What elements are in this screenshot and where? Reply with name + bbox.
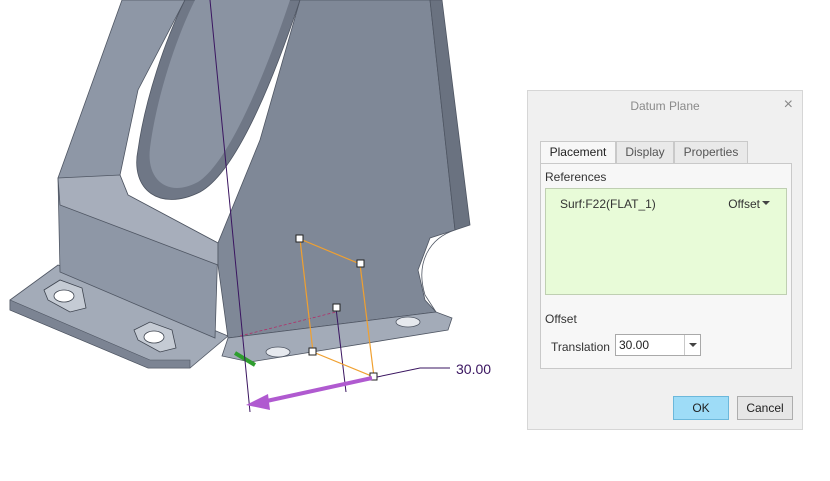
plane-handle[interactable] [356, 259, 365, 268]
offset-dimension-label[interactable]: 30.00 [456, 361, 491, 377]
translation-input[interactable] [616, 335, 684, 355]
plane-handle[interactable] [295, 234, 304, 243]
plane-handle[interactable] [332, 303, 341, 312]
references-collector[interactable]: Surf:F22(FLAT_1) Offset [545, 188, 787, 295]
cancel-button[interactable]: Cancel [737, 396, 793, 420]
dialog-titlebar[interactable]: Datum Plane × [528, 91, 802, 121]
translation-label: Translation [551, 340, 610, 354]
dialog-title: Datum Plane [630, 99, 700, 113]
translation-combo[interactable] [615, 334, 701, 356]
tab-placement[interactable]: Placement [540, 141, 616, 164]
placement-panel: References Surf:F22(FLAT_1) Offset Offse… [540, 163, 792, 369]
reference-item-name[interactable]: Surf:F22(FLAT_1) [560, 197, 656, 211]
offset-drag-arrow[interactable] [261, 376, 373, 404]
reference-constraint-dropdown[interactable]: Offset [728, 197, 760, 211]
close-icon[interactable]: × [784, 96, 793, 114]
tab-display[interactable]: Display [616, 141, 674, 163]
datum-plane-dialog: Datum Plane × Placement Display Properti… [527, 90, 803, 430]
translation-dropdown-button[interactable] [684, 335, 700, 355]
flange-hole-2 [395, 316, 421, 328]
plane-handle[interactable] [308, 347, 317, 356]
dimension-leader [376, 367, 450, 378]
chevron-down-icon [689, 343, 697, 347]
chevron-down-icon[interactable] [762, 201, 770, 205]
tab-properties[interactable]: Properties [674, 141, 748, 163]
flange-hole-1 [265, 346, 291, 358]
ok-button[interactable]: OK [673, 396, 729, 420]
references-label: References [545, 170, 607, 184]
offset-section-label: Offset [545, 312, 577, 326]
